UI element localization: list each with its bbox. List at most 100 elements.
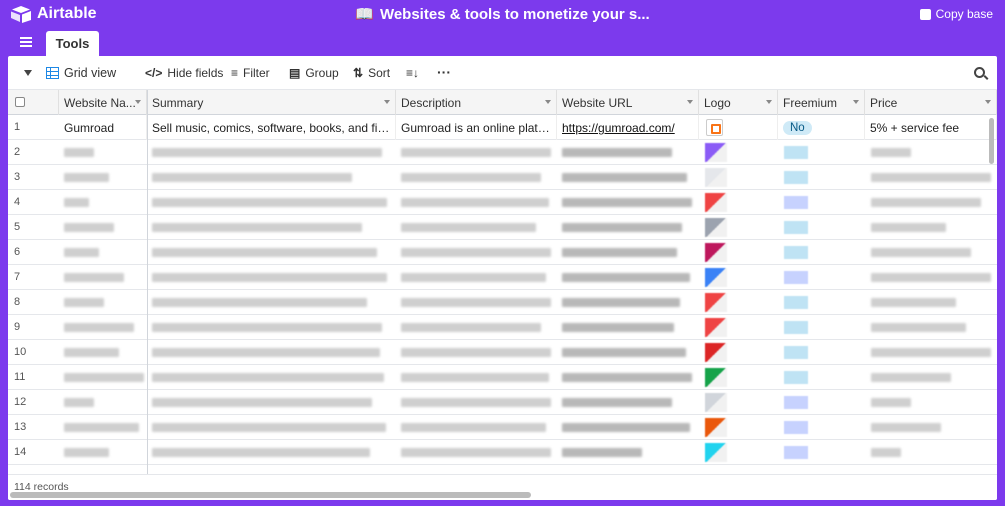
row-number: 12 bbox=[14, 396, 27, 408]
chevron-down-icon[interactable] bbox=[985, 100, 991, 104]
redacted-text bbox=[152, 423, 386, 432]
select-all-checkbox[interactable] bbox=[15, 97, 25, 107]
redacted-text bbox=[64, 373, 144, 382]
row-number: 13 bbox=[14, 421, 27, 433]
row-number: 11 bbox=[14, 371, 26, 383]
cell-website-url[interactable]: https://gumroad.com/ bbox=[557, 115, 699, 140]
sort-icon: ⇅ bbox=[353, 66, 364, 80]
cell-logo[interactable] bbox=[699, 115, 778, 140]
redacted-text bbox=[152, 373, 384, 382]
redacted-text bbox=[64, 198, 89, 207]
row-height-button[interactable]: ≡↓ bbox=[406, 66, 419, 80]
redacted-logo bbox=[705, 393, 727, 412]
cell-summary[interactable]: Sell music, comics, software, books, and… bbox=[147, 115, 396, 140]
redacted-text bbox=[401, 423, 546, 432]
redacted-text bbox=[64, 223, 114, 232]
search-icon[interactable] bbox=[974, 67, 985, 78]
column-header-website-url[interactable]: Website URL bbox=[557, 90, 699, 115]
redacted-text bbox=[64, 348, 119, 357]
redacted-text bbox=[64, 298, 104, 307]
redacted-text bbox=[152, 223, 362, 232]
header-row: Website Na... Summary Description Websit… bbox=[8, 90, 997, 115]
grid-view-button[interactable]: Grid view bbox=[46, 66, 116, 80]
redacted-text bbox=[871, 298, 956, 307]
redacted-text bbox=[871, 323, 966, 332]
filter-icon: ≡ bbox=[231, 66, 239, 80]
book-icon: 📖 bbox=[355, 6, 374, 23]
sort-button[interactable]: ⇅ Sort bbox=[353, 66, 390, 80]
redacted-logo bbox=[705, 443, 727, 462]
redacted-text bbox=[562, 323, 674, 332]
redacted-text bbox=[401, 398, 551, 407]
redacted-logo bbox=[705, 343, 727, 362]
more-options-button[interactable]: ··· bbox=[437, 64, 451, 80]
redacted-text bbox=[401, 323, 541, 332]
redacted-logo bbox=[705, 168, 727, 187]
row-number: 9 bbox=[14, 321, 21, 333]
chevron-down-icon[interactable] bbox=[135, 100, 141, 104]
redacted-text bbox=[562, 448, 642, 457]
row-number: 4 bbox=[14, 196, 21, 208]
vertical-scrollbar[interactable] bbox=[989, 118, 994, 164]
chevron-down-icon[interactable] bbox=[384, 100, 390, 104]
view-switcher-caret-icon[interactable] bbox=[24, 70, 32, 76]
view-panel: Grid view </> Hide fields ≡ Filter ▤ Gro… bbox=[8, 56, 997, 500]
logo-thumbnail[interactable] bbox=[706, 119, 723, 136]
redacted-text bbox=[152, 398, 372, 407]
column-header-summary[interactable]: Summary bbox=[147, 90, 396, 115]
menu-icon[interactable] bbox=[20, 37, 32, 47]
redacted-text bbox=[562, 398, 672, 407]
group-button[interactable]: ▤ Group bbox=[289, 66, 339, 80]
redacted-badge bbox=[784, 296, 808, 309]
redacted-text bbox=[562, 148, 672, 157]
redacted-text bbox=[871, 398, 911, 407]
horizontal-scrollbar[interactable] bbox=[10, 492, 531, 498]
chevron-down-icon[interactable] bbox=[545, 100, 551, 104]
redacted-badge bbox=[784, 171, 808, 184]
cell-freemium[interactable]: No bbox=[778, 115, 865, 140]
redacted-text bbox=[401, 173, 541, 182]
column-header-logo[interactable]: Logo bbox=[699, 90, 778, 115]
cell-price[interactable]: 5% + service fee bbox=[865, 115, 997, 140]
redacted-text bbox=[562, 423, 690, 432]
hide-fields-button[interactable]: </> Hide fields bbox=[145, 66, 223, 80]
tab-tools[interactable]: Tools bbox=[46, 31, 99, 56]
redacted-badge bbox=[784, 196, 808, 209]
row-number: 1 bbox=[14, 121, 21, 133]
redacted-logo bbox=[705, 368, 727, 387]
redacted-text bbox=[401, 373, 549, 382]
redacted-text bbox=[152, 148, 382, 157]
website-url-link[interactable]: https://gumroad.com/ bbox=[562, 121, 675, 135]
redacted-text bbox=[64, 248, 99, 257]
chevron-down-icon[interactable] bbox=[766, 100, 772, 104]
column-header-freemium[interactable]: Freemium bbox=[778, 90, 865, 115]
row-number: 7 bbox=[14, 271, 21, 283]
chevron-down-icon[interactable] bbox=[687, 100, 693, 104]
cell-website-name[interactable]: Gumroad bbox=[59, 115, 147, 140]
frozen-column-divider bbox=[147, 90, 148, 500]
column-header-description[interactable]: Description bbox=[396, 90, 557, 115]
view-toolbar: Grid view </> Hide fields ≡ Filter ▤ Gro… bbox=[8, 56, 997, 90]
column-header-website-name[interactable]: Website Na... bbox=[59, 90, 147, 115]
row-height-icon: ≡↓ bbox=[406, 66, 420, 80]
redacted-logo bbox=[705, 293, 727, 312]
grid-footer: 114 records bbox=[8, 474, 997, 500]
redacted-text bbox=[562, 348, 686, 357]
redacted-text bbox=[871, 223, 946, 232]
chevron-down-icon[interactable] bbox=[853, 100, 859, 104]
redacted-text bbox=[152, 298, 367, 307]
redacted-text bbox=[64, 148, 94, 157]
redacted-text bbox=[562, 198, 692, 207]
redacted-text bbox=[152, 448, 370, 457]
row-number: 3 bbox=[14, 171, 21, 183]
cell-description[interactable]: Gumroad is an online platform ... bbox=[396, 115, 557, 140]
redacted-logo bbox=[705, 318, 727, 337]
column-header-price[interactable]: Price bbox=[865, 90, 997, 115]
redacted-badge bbox=[784, 371, 808, 384]
redacted-badge bbox=[784, 321, 808, 334]
table-row[interactable]: 1 Gumroad Sell music, comics, software, … bbox=[8, 115, 997, 140]
filter-button[interactable]: ≡ Filter bbox=[231, 66, 270, 80]
redacted-logo bbox=[705, 218, 727, 237]
select-all-cell bbox=[8, 90, 59, 115]
copy-base-button[interactable]: Copy base bbox=[919, 7, 993, 21]
